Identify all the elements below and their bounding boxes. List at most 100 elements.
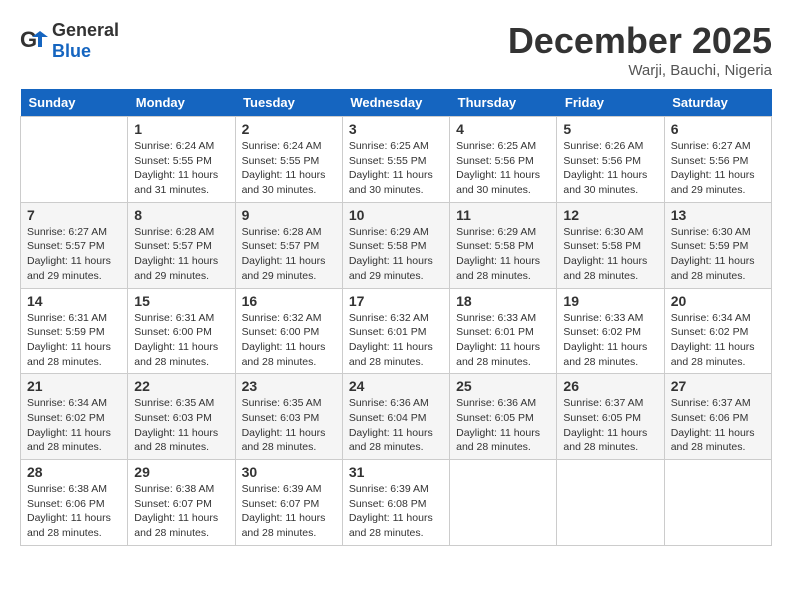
calendar-cell: 29 Sunrise: 6:38 AMSunset: 6:07 PMDayligh… [128,460,235,546]
main-title: December 2025 [508,20,772,62]
cell-details: Sunrise: 6:28 AMSunset: 5:57 PMDaylight:… [242,225,336,284]
calendar-cell [664,460,771,546]
date-number: 11 [456,207,550,223]
cell-details: Sunrise: 6:31 AMSunset: 5:59 PMDaylight:… [27,311,121,370]
page-header: G General Blue December 2025 Warji, Bauc… [20,20,772,79]
logo-general: General [52,20,119,40]
calendar-cell: 28 Sunrise: 6:38 AMSunset: 6:06 PMDayligh… [21,460,128,546]
cell-details: Sunrise: 6:26 AMSunset: 5:56 PMDaylight:… [563,139,657,198]
cell-details: Sunrise: 6:28 AMSunset: 5:57 PMDaylight:… [134,225,228,284]
calendar-cell: 17 Sunrise: 6:32 AMSunset: 6:01 PMDayligh… [342,288,449,374]
date-number: 10 [349,207,443,223]
calendar-cell: 30Sunrise: 6:39 AMSunset: 6:07 PMDayligh… [235,460,342,546]
day-header-sunday: Sunday [21,89,128,117]
date-number: 13 [671,207,765,223]
calendar-cell: 20 Sunrise: 6:34 AMSunset: 6:02 PMDayligh… [664,288,771,374]
subtitle: Warji, Bauchi, Nigeria [508,62,772,79]
header-row: SundayMondayTuesdayWednesdayThursdayFrid… [21,89,772,117]
cell-details: Sunrise: 6:39 AMSunset: 6:07 PMDaylight:… [242,482,336,541]
cell-details: Sunrise: 6:29 AMSunset: 5:58 PMDaylight:… [349,225,443,284]
calendar-cell: 27Sunrise: 6:37 AMSunset: 6:06 PMDayligh… [664,374,771,460]
cell-details: Sunrise: 6:29 AMSunset: 5:58 PMDaylight:… [456,225,550,284]
calendar-cell: 3Sunrise: 6:25 AMSunset: 5:55 PMDaylight… [342,117,449,203]
calendar-table: SundayMondayTuesdayWednesdayThursdayFrid… [20,89,772,546]
week-row-5: 28 Sunrise: 6:38 AMSunset: 6:06 PMDayligh… [21,460,772,546]
calendar-cell: 18Sunrise: 6:33 AMSunset: 6:01 PMDayligh… [450,288,557,374]
logo-blue: Blue [52,41,91,61]
cell-details: Sunrise: 6:30 AMSunset: 5:59 PMDaylight:… [671,225,765,284]
week-row-3: 14 Sunrise: 6:31 AMSunset: 5:59 PMDayligh… [21,288,772,374]
calendar-cell [557,460,664,546]
calendar-cell: 5 Sunrise: 6:26 AMSunset: 5:56 PMDaylight… [557,117,664,203]
cell-details: Sunrise: 6:27 AMSunset: 5:56 PMDaylight:… [671,139,765,198]
date-number: 25 [456,378,550,394]
calendar-cell: 22 Sunrise: 6:35 AMSunset: 6:03 PMDayligh… [128,374,235,460]
date-number: 15 [134,293,228,309]
cell-details: Sunrise: 6:33 AMSunset: 6:01 PMDaylight:… [456,311,550,370]
date-number: 4 [456,121,550,137]
logo-icon: G [20,27,48,55]
date-number: 26 [563,378,657,394]
cell-details: Sunrise: 6:24 AMSunset: 5:55 PMDaylight:… [242,139,336,198]
cell-details: Sunrise: 6:35 AMSunset: 6:03 PMDaylight:… [134,396,228,455]
cell-details: Sunrise: 6:38 AMSunset: 6:07 PMDaylight:… [134,482,228,541]
date-number: 28 [27,464,121,480]
cell-details: Sunrise: 6:27 AMSunset: 5:57 PMDaylight:… [27,225,121,284]
date-number: 20 [671,293,765,309]
calendar-cell [21,117,128,203]
date-number: 17 [349,293,443,309]
date-number: 1 [134,121,228,137]
week-row-1: 1 Sunrise: 6:24 AMSunset: 5:55 PMDaylight… [21,117,772,203]
cell-details: Sunrise: 6:32 AMSunset: 6:00 PMDaylight:… [242,311,336,370]
calendar-cell: 13 Sunrise: 6:30 AMSunset: 5:59 PMDayligh… [664,202,771,288]
day-header-wednesday: Wednesday [342,89,449,117]
date-number: 5 [563,121,657,137]
date-number: 24 [349,378,443,394]
calendar-cell: 11 Sunrise: 6:29 AMSunset: 5:58 PMDayligh… [450,202,557,288]
calendar-cell [450,460,557,546]
calendar-cell: 9 Sunrise: 6:28 AMSunset: 5:57 PMDaylight… [235,202,342,288]
calendar-cell: 14 Sunrise: 6:31 AMSunset: 5:59 PMDayligh… [21,288,128,374]
day-header-thursday: Thursday [450,89,557,117]
cell-details: Sunrise: 6:39 AMSunset: 6:08 PMDaylight:… [349,482,443,541]
cell-details: Sunrise: 6:37 AMSunset: 6:05 PMDaylight:… [563,396,657,455]
cell-details: Sunrise: 6:25 AMSunset: 5:55 PMDaylight:… [349,139,443,198]
calendar-cell: 23Sunrise: 6:35 AMSunset: 6:03 PMDayligh… [235,374,342,460]
date-number: 14 [27,293,121,309]
calendar-cell: 8 Sunrise: 6:28 AMSunset: 5:57 PMDaylight… [128,202,235,288]
day-header-monday: Monday [128,89,235,117]
cell-details: Sunrise: 6:38 AMSunset: 6:06 PMDaylight:… [27,482,121,541]
cell-details: Sunrise: 6:37 AMSunset: 6:06 PMDaylight:… [671,396,765,455]
date-number: 19 [563,293,657,309]
cell-details: Sunrise: 6:30 AMSunset: 5:58 PMDaylight:… [563,225,657,284]
logo: G General Blue [20,20,119,62]
calendar-cell: 7 Sunrise: 6:27 AMSunset: 5:57 PMDaylight… [21,202,128,288]
calendar-cell: 16Sunrise: 6:32 AMSunset: 6:00 PMDayligh… [235,288,342,374]
calendar-cell: 31 Sunrise: 6:39 AMSunset: 6:08 PMDayligh… [342,460,449,546]
date-number: 22 [134,378,228,394]
calendar-cell: 1Sunrise: 6:24 AMSunset: 5:55 PMDaylight… [128,117,235,203]
cell-details: Sunrise: 6:33 AMSunset: 6:02 PMDaylight:… [563,311,657,370]
date-number: 29 [134,464,228,480]
cell-details: Sunrise: 6:32 AMSunset: 6:01 PMDaylight:… [349,311,443,370]
cell-details: Sunrise: 6:34 AMSunset: 6:02 PMDaylight:… [671,311,765,370]
day-header-tuesday: Tuesday [235,89,342,117]
calendar-cell: 24Sunrise: 6:36 AMSunset: 6:04 PMDayligh… [342,374,449,460]
date-number: 2 [242,121,336,137]
calendar-cell: 10 Sunrise: 6:29 AMSunset: 5:58 PMDayligh… [342,202,449,288]
calendar-cell: 12 Sunrise: 6:30 AMSunset: 5:58 PMDayligh… [557,202,664,288]
date-number: 31 [349,464,443,480]
title-area: December 2025 Warji, Bauchi, Nigeria [508,20,772,79]
date-number: 9 [242,207,336,223]
date-number: 23 [242,378,336,394]
cell-details: Sunrise: 6:34 AMSunset: 6:02 PMDaylight:… [27,396,121,455]
cell-details: Sunrise: 6:31 AMSunset: 6:00 PMDaylight:… [134,311,228,370]
calendar-cell: 21Sunrise: 6:34 AMSunset: 6:02 PMDayligh… [21,374,128,460]
calendar-cell: 15 Sunrise: 6:31 AMSunset: 6:00 PMDayligh… [128,288,235,374]
date-number: 8 [134,207,228,223]
date-number: 7 [27,207,121,223]
date-number: 12 [563,207,657,223]
calendar-cell: 4 Sunrise: 6:25 AMSunset: 5:56 PMDaylight… [450,117,557,203]
svg-text:G: G [20,27,37,52]
cell-details: Sunrise: 6:25 AMSunset: 5:56 PMDaylight:… [456,139,550,198]
